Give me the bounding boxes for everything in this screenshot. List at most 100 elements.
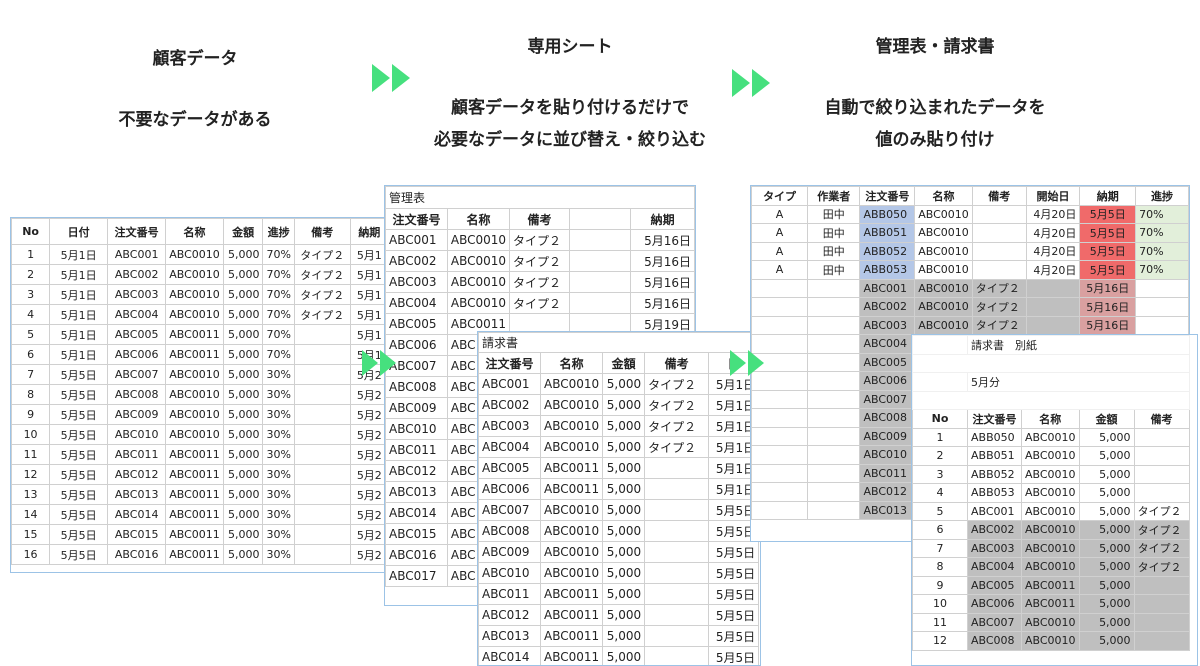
table-cell: ABC0010 [446, 271, 511, 293]
table-cell [971, 223, 1027, 243]
column-header: 作業者 [807, 186, 861, 206]
table-cell: 70% [1135, 260, 1189, 280]
sheet-title: 請求書 [478, 332, 760, 353]
table-cell [807, 297, 861, 317]
table-cell: ABC001 [107, 244, 167, 265]
table-cell: 5月2 [349, 404, 389, 425]
table-cell [293, 404, 351, 425]
table-cell [807, 334, 861, 354]
table-cell: 5,000 [602, 583, 646, 605]
table-cell: ABC0010 [914, 204, 973, 224]
column-header: 備考 [644, 352, 710, 374]
table-cell: 9 [11, 404, 51, 425]
table-cell: ABC0010 [914, 223, 973, 243]
table-cell: ABC008 [478, 520, 541, 542]
table-row: 11 ABC007 ABC0010 5,000 [912, 612, 1190, 632]
table-cell: タイプ２ [644, 394, 710, 416]
table-cell: ABC005 [107, 324, 167, 345]
table-cell: 5月2 [349, 384, 389, 405]
table-cell: ABC008 [385, 376, 448, 398]
table-row: ABC003 ABC0010 タイプ２ 5月16日 [751, 315, 1189, 335]
table-cell: ABC001 [478, 373, 541, 395]
table-cell [971, 260, 1027, 280]
table-cell: 5月1 [349, 304, 389, 325]
table-row: 5 ABC001 ABC0010 5,000 タイプ２ [912, 501, 1190, 521]
table-cell [807, 389, 861, 409]
table-cell: 5月1日 [49, 264, 109, 285]
table-row: 4 5月1日 ABC004 ABC0010 5,000 70% タイプ２ 5月1 [11, 304, 389, 325]
table-cell: 5,000 [1078, 427, 1135, 447]
table-cell: ABC0011 [539, 625, 604, 647]
table-cell: 5月5日 [49, 384, 109, 405]
table-cell: ABC0010 [539, 415, 604, 437]
table-cell: タイプ２ [509, 250, 570, 272]
table-row: 9 5月5日 ABC009 ABC0010 5,000 30% 5月2 [11, 404, 389, 425]
table-cell: 5月5日 [1079, 260, 1137, 280]
table-cell: ABC013 [859, 500, 916, 520]
table-cell: 5月5日 [49, 504, 109, 525]
table-cell: 5月2 [349, 524, 389, 545]
table-cell [644, 457, 710, 479]
table-cell: 5,000 [222, 284, 264, 305]
table-cell: 5月2 [349, 424, 389, 445]
table-row: A 田中 ABB053 ABC0010 4月20日 5月5日 70% [751, 260, 1189, 280]
table-cell: ABC009 [859, 426, 916, 446]
column-header: 注文番号 [967, 409, 1022, 429]
table-cell [293, 364, 351, 385]
table-cell: 5,000 [222, 344, 264, 365]
table-cell: ABB053 [859, 260, 916, 280]
table-cell [807, 408, 861, 428]
table-row: ABC002 ABC0010 タイプ２ 5月16日 [385, 250, 695, 272]
table-cell [1135, 297, 1189, 317]
table-cell: 5月5日 [708, 562, 760, 584]
table-cell [644, 478, 710, 500]
table-cell: ABC012 [859, 482, 916, 502]
table-row: ABC002 ABC0010 タイプ２ 5月16日 [751, 297, 1189, 317]
table-cell: 12 [912, 631, 968, 651]
flow-arrow-icon [372, 64, 412, 92]
table-cell: ABC014 [107, 504, 167, 525]
table-cell: 5,000 [222, 544, 264, 565]
table-cell: ABB051 [859, 223, 916, 243]
table-cell [807, 426, 861, 446]
table-cell: 5,000 [222, 464, 264, 485]
customer-data-table: No 日付 注文番号 名称 金額 進捗 備考 納期 1 5月1日 ABC001 ABC0010 5,0… [11, 218, 389, 565]
table-cell: 30% [262, 544, 295, 565]
table-cell [751, 482, 809, 502]
table-cell: ABC0010 [1021, 557, 1080, 577]
column-header: 注文番号 [385, 208, 448, 230]
table-cell: ABC007 [967, 612, 1022, 632]
table-cell [293, 384, 351, 405]
table-cell: ABC005 [859, 352, 916, 372]
table-cell: 5,000 [602, 373, 646, 395]
table-cell [751, 445, 809, 465]
table-cell: ABC0010 [446, 250, 511, 272]
table-cell: 5月5日 [49, 404, 109, 425]
table-cell: ABC0010 [539, 394, 604, 416]
table-cell: 5月16日 [1079, 297, 1137, 317]
table-cell: ABC0010 [165, 304, 224, 325]
table-cell: ABC012 [478, 604, 541, 626]
table-cell [293, 344, 351, 365]
table-header-row: 注文番号 名称 備考 納期 [385, 208, 695, 230]
table-cell [1133, 464, 1190, 484]
table-cell: 田中 [807, 223, 861, 243]
table-cell: ABC003 [967, 538, 1022, 558]
table-cell: ABC0010 [165, 384, 224, 405]
table-cell [751, 278, 809, 298]
table-cell: 5月2 [349, 464, 389, 485]
table-cell: タイプ２ [1133, 538, 1190, 558]
table-cell: 7 [912, 538, 968, 558]
table-row: 6 5月1日 ABC006 ABC0011 5,000 70% 5月1 [11, 344, 389, 365]
table-header-row: 注文番号 名称 金額 備考日 [478, 352, 760, 374]
table-cell [293, 544, 351, 565]
table-cell: タイプ２ [293, 244, 351, 265]
table-row: ABC006 ABC0011 5,000 5月1日 [478, 478, 760, 500]
table-cell: 5月5日 [49, 464, 109, 485]
table-cell: ABC0011 [165, 324, 224, 345]
table-cell: 5月1日 [49, 344, 109, 365]
table-row: 12 ABC008 ABC0010 5,000 [912, 631, 1190, 651]
table-cell: 5,000 [602, 541, 646, 563]
table-cell: ABC0010 [165, 284, 224, 305]
table-cell: 70% [262, 244, 295, 265]
